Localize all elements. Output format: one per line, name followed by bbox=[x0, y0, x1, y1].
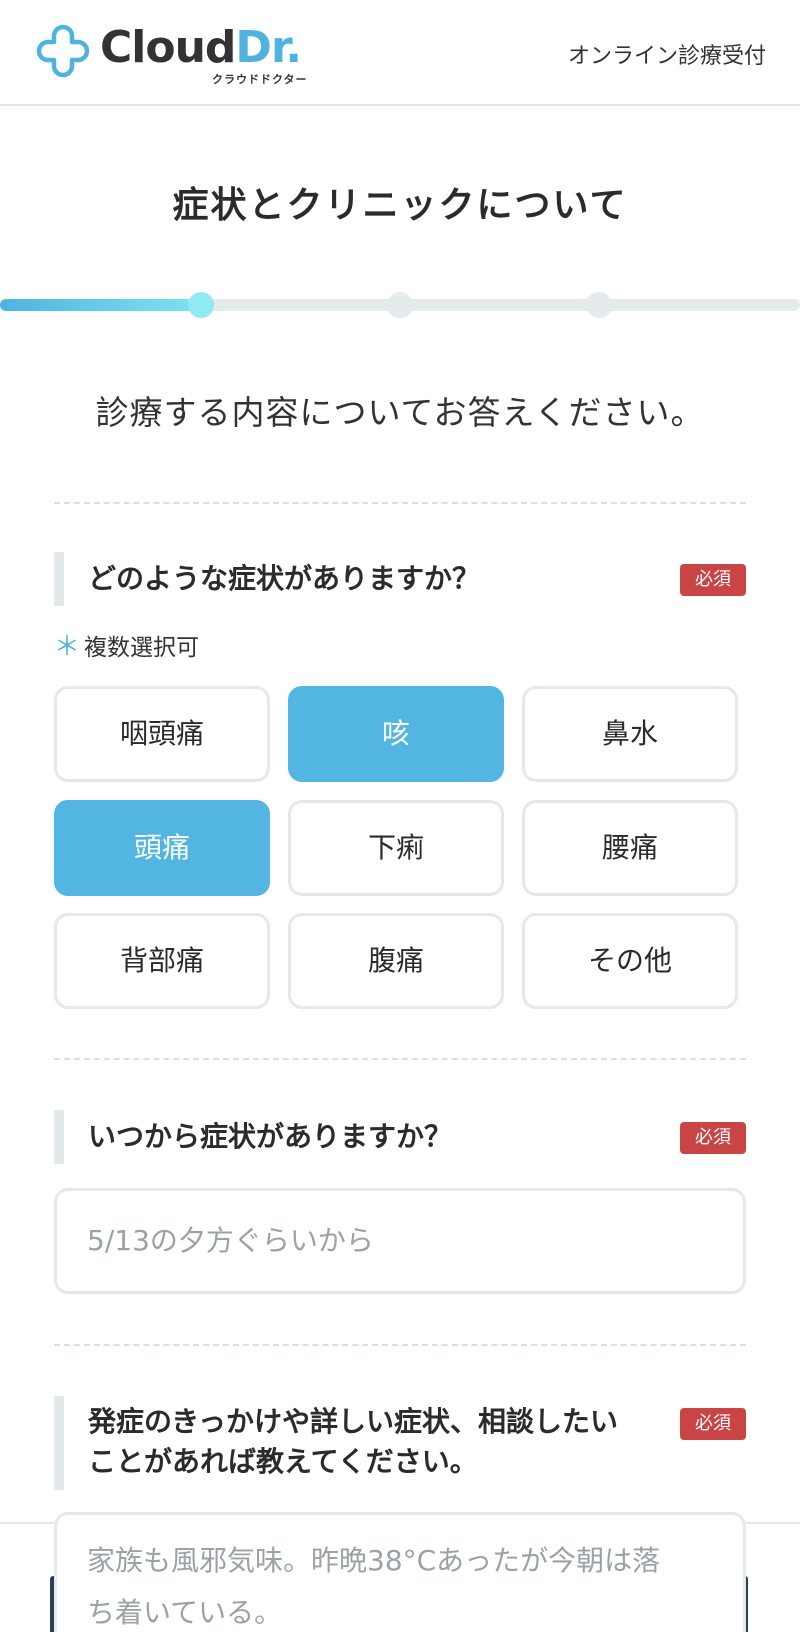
required-badge: 必須 bbox=[680, 1408, 746, 1440]
symptom-option-abdominal-pain[interactable]: 腹痛 bbox=[288, 913, 504, 1009]
question-accent-bar bbox=[54, 1396, 64, 1490]
required-badge: 必須 bbox=[680, 564, 746, 596]
app-header: CloudDr. クラウドドクター オンライン診療受付 bbox=[0, 0, 800, 106]
header-service-label: オンライン診療受付 bbox=[567, 44, 766, 69]
question-accent-bar bbox=[54, 552, 64, 606]
multi-select-note-text: 複数選択可 bbox=[84, 635, 200, 661]
question-symptoms-label: どのような症状がありますか？ bbox=[88, 562, 481, 595]
symptom-option-lower-back-pain[interactable]: 腰痛 bbox=[522, 800, 738, 896]
progress-fill bbox=[0, 299, 200, 311]
section-divider bbox=[54, 1058, 746, 1060]
symptom-option-other[interactable]: その他 bbox=[522, 913, 738, 1009]
symptom-option-sore-throat[interactable]: 咽頭痛 bbox=[54, 686, 270, 782]
details-textarea[interactable]: 家族も風邪気味。昨晩38°Cあったが今朝は落 ち着いている。 bbox=[54, 1512, 746, 1632]
section-divider bbox=[54, 502, 746, 504]
symptom-option-back-pain[interactable]: 背部痛 bbox=[54, 913, 270, 1009]
symptom-option-headache[interactable]: 頭痛 bbox=[54, 800, 270, 896]
progress-step-2-dot bbox=[188, 292, 214, 318]
question-accent-bar bbox=[54, 1110, 64, 1164]
required-badge: 必須 bbox=[680, 1122, 746, 1154]
cloud-cross-logo-icon bbox=[36, 24, 90, 78]
progress-step-4-dot bbox=[586, 292, 612, 318]
page-title: 症状とクリニックについて bbox=[172, 185, 628, 226]
onset-input[interactable]: 5/13の夕方ぐらいから bbox=[54, 1188, 746, 1294]
clouddr-logo[interactable]: CloudDr. クラウドドクター bbox=[34, 18, 324, 90]
details-text-line1: 家族も風邪気味。昨晩38°Cあったが今朝は落 bbox=[87, 1544, 661, 1577]
step-progress-bar bbox=[0, 292, 800, 318]
symptom-option-runny-nose[interactable]: 鼻水 bbox=[522, 686, 738, 782]
question-details-heading: 発症のきっかけや詳しい症状、相談したい ことがあれば教えてください。 必須 bbox=[54, 1396, 746, 1490]
logo-wordmark: CloudDr. bbox=[100, 22, 302, 73]
question-symptoms-heading: どのような症状がありますか？ 必須 bbox=[54, 552, 746, 606]
symptom-option-diarrhea[interactable]: 下痢 bbox=[288, 800, 504, 896]
question-onset-label: いつから症状がありますか？ bbox=[88, 1120, 453, 1153]
question-details-label-line2: ことがあれば教えてください。 bbox=[88, 1445, 478, 1478]
question-details-label-line1: 発症のきっかけや詳しい症状、相談したい bbox=[88, 1405, 619, 1438]
progress-step-3-dot bbox=[387, 292, 413, 318]
question-details-label: 発症のきっかけや詳しい症状、相談したい ことがあれば教えてください。 bbox=[88, 1402, 618, 1482]
instruction-text: 診療する内容についてお答えください。 bbox=[95, 393, 705, 432]
multi-select-note: ＊複数選択可 bbox=[54, 626, 199, 663]
section-divider bbox=[54, 1344, 746, 1346]
asterisk-icon: ＊ bbox=[54, 632, 81, 662]
logo-subtitle: クラウドドクター bbox=[212, 73, 308, 86]
question-onset-heading: いつから症状がありますか？ 必須 bbox=[54, 1110, 746, 1164]
details-text-line2: ち着いている。 bbox=[87, 1596, 283, 1629]
symptom-option-cough[interactable]: 咳 bbox=[288, 686, 504, 782]
